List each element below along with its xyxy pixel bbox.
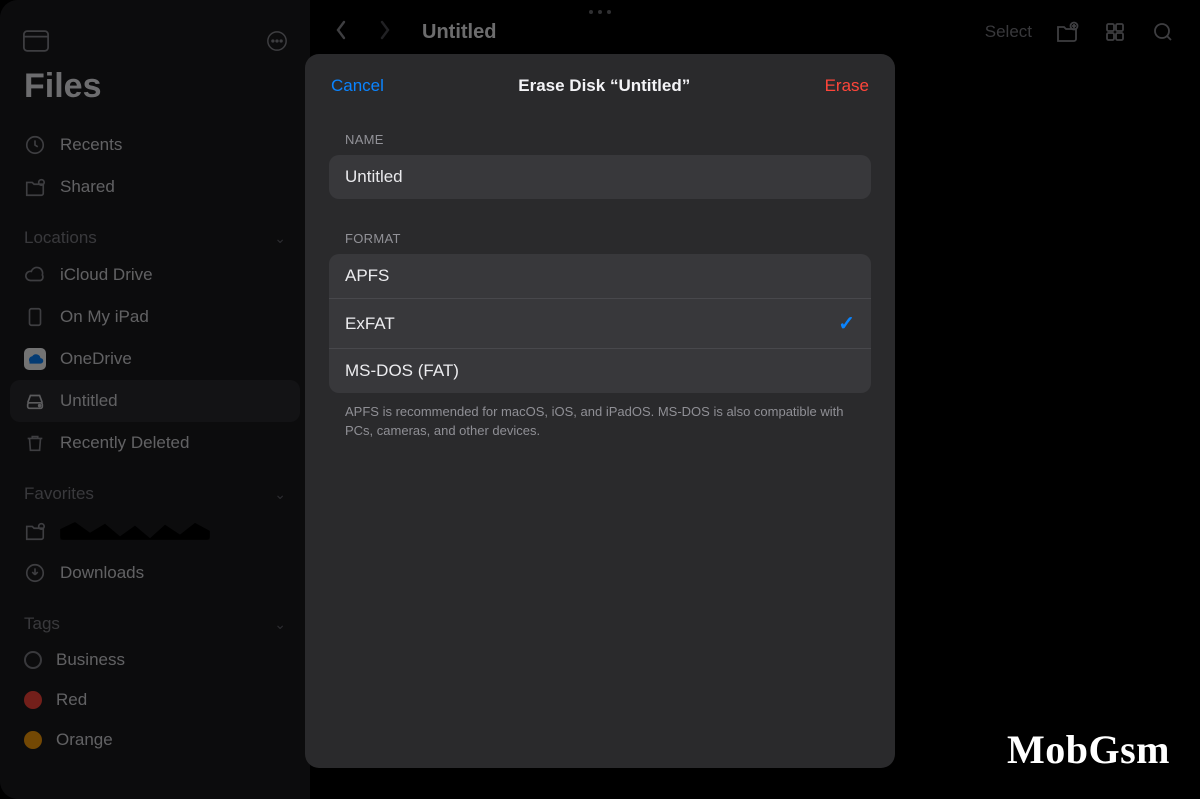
format-option-label: APFS [345, 266, 389, 286]
folder-shared-icon [24, 520, 46, 542]
tag-dot-icon [24, 651, 42, 669]
drive-icon [24, 390, 46, 412]
window-icon [22, 30, 50, 57]
search-button[interactable] [1150, 19, 1176, 45]
sidebar-item-untitled[interactable]: Untitled [10, 380, 300, 422]
erase-disk-modal: Cancel Erase Disk “Untitled” Erase NAME … [305, 54, 895, 768]
trash-icon [24, 432, 46, 454]
section-favorites[interactable]: Favorites⌄ [10, 464, 300, 510]
cancel-button[interactable]: Cancel [331, 76, 384, 96]
sidebar-item-label: Business [56, 650, 125, 670]
sidebar-item-label: Recently Deleted [60, 433, 189, 453]
sidebar-item-redacted[interactable] [10, 510, 300, 552]
format-list: APFS ExFAT ✓ MS-DOS (FAT) [329, 254, 871, 393]
tag-dot-icon [24, 691, 42, 709]
view-grid-button[interactable] [1102, 19, 1128, 45]
sidebar: Files Recents Shared Locations⌄ iCloud D… [0, 0, 310, 799]
sidebar-item-label: Recents [60, 135, 122, 155]
tag-dot-icon [24, 731, 42, 749]
sidebar-tag-red[interactable]: Red [10, 680, 300, 720]
onedrive-icon [24, 348, 46, 370]
sidebar-tag-orange[interactable]: Orange [10, 720, 300, 760]
download-icon [24, 562, 46, 584]
redacted-label [60, 522, 210, 540]
page-title: Untitled [422, 21, 496, 44]
select-button[interactable]: Select [985, 22, 1032, 42]
folder-shared-icon [24, 176, 46, 198]
cloud-icon [24, 264, 46, 286]
format-option-label: ExFAT [345, 314, 395, 334]
window-drag-dots [589, 10, 611, 14]
chevron-down-icon: ⌄ [274, 230, 286, 247]
more-icon[interactable] [266, 30, 288, 57]
sidebar-item-shared[interactable]: Shared [10, 166, 300, 208]
watermark: MobGsm [1007, 726, 1170, 773]
back-button[interactable] [334, 20, 348, 45]
sidebar-item-label: On My iPad [60, 307, 149, 327]
sidebar-tag-business[interactable]: Business [10, 640, 300, 680]
section-locations[interactable]: Locations⌄ [10, 208, 300, 254]
forward-button[interactable] [378, 20, 392, 45]
sidebar-item-label: OneDrive [60, 349, 132, 369]
sidebar-item-label: Orange [56, 730, 113, 750]
format-section-label: FORMAT [329, 225, 871, 254]
app-title: Files [10, 67, 300, 124]
sidebar-item-label: Downloads [60, 563, 144, 583]
format-option-exfat[interactable]: ExFAT ✓ [329, 298, 871, 348]
sidebar-item-downloads[interactable]: Downloads [10, 552, 300, 594]
sidebar-item-label: Shared [60, 177, 115, 197]
sidebar-item-label: Untitled [60, 391, 118, 411]
ipad-icon [24, 306, 46, 328]
sidebar-item-recents[interactable]: Recents [10, 124, 300, 166]
format-option-label: MS-DOS (FAT) [345, 361, 459, 381]
sidebar-item-label: Red [56, 690, 87, 710]
disk-name-input[interactable] [329, 155, 871, 199]
name-section-label: NAME [329, 126, 871, 155]
checkmark-icon: ✓ [838, 311, 855, 336]
format-hint: APFS is recommended for macOS, iOS, and … [329, 393, 871, 451]
sidebar-item-recently-deleted[interactable]: Recently Deleted [10, 422, 300, 464]
new-folder-button[interactable] [1054, 19, 1080, 45]
chevron-down-icon: ⌄ [274, 486, 286, 503]
sidebar-item-on-my-ipad[interactable]: On My iPad [10, 296, 300, 338]
chevron-down-icon: ⌄ [274, 616, 286, 633]
sidebar-item-icloud-drive[interactable]: iCloud Drive [10, 254, 300, 296]
erase-button[interactable]: Erase [825, 76, 869, 96]
clock-icon [24, 134, 46, 156]
modal-title: Erase Disk “Untitled” [518, 76, 690, 96]
sidebar-item-onedrive[interactable]: OneDrive [10, 338, 300, 380]
format-option-apfs[interactable]: APFS [329, 254, 871, 298]
sidebar-item-label: iCloud Drive [60, 265, 153, 285]
section-tags[interactable]: Tags⌄ [10, 594, 300, 640]
format-option-msdos[interactable]: MS-DOS (FAT) [329, 348, 871, 393]
